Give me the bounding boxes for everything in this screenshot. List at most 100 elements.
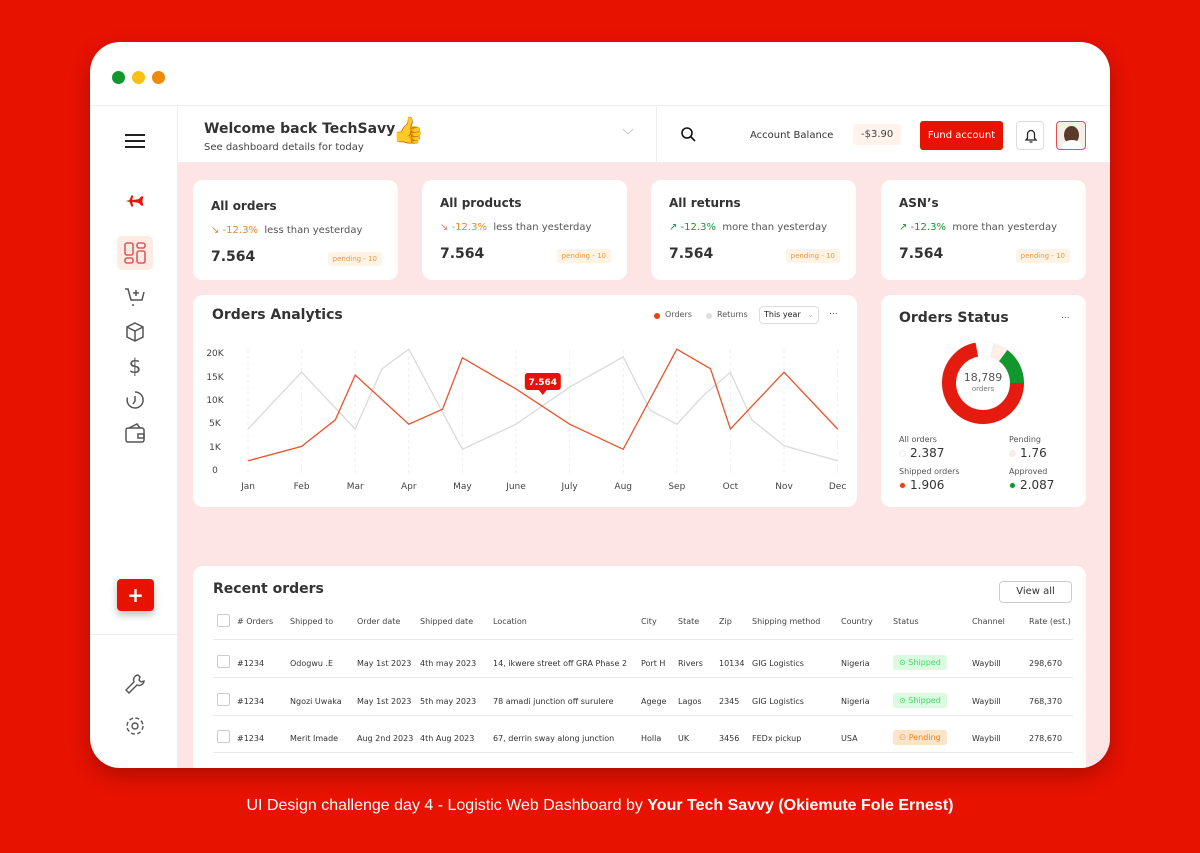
row-divider xyxy=(213,639,1073,640)
box-icon[interactable] xyxy=(124,321,146,343)
status-legend-label: Pending xyxy=(1009,435,1041,444)
data-point-returns[interactable] xyxy=(836,459,840,463)
data-point-orders[interactable] xyxy=(300,444,304,448)
dollar-icon[interactable]: $ xyxy=(124,355,146,377)
y-tick-label: 15K xyxy=(206,373,224,383)
pending-badge: pending - 10 xyxy=(327,252,382,266)
account-balance-label: Account Balance xyxy=(750,130,834,141)
column-header[interactable]: Rate (est.) xyxy=(1029,617,1071,626)
column-header[interactable]: # Orders xyxy=(237,617,273,626)
data-point-returns[interactable] xyxy=(300,370,304,374)
column-header[interactable]: Zip xyxy=(719,617,732,626)
clock-icon[interactable] xyxy=(124,389,146,411)
row-checkbox[interactable] xyxy=(217,730,230,743)
y-tick-label: 0 xyxy=(212,466,218,476)
wallet-icon[interactable] xyxy=(124,422,146,444)
status-badge: ⊙ Shipped xyxy=(893,655,947,670)
status-badge: ⊙ Shipped xyxy=(893,693,947,708)
stat-card[interactable]: All orders ↘ -12.3% less than yesterday … xyxy=(193,180,398,280)
data-point-orders[interactable] xyxy=(675,347,679,351)
notification-button[interactable] xyxy=(1016,121,1044,150)
stat-card[interactable]: All returns ↗ -12.3% more than yesterday… xyxy=(651,180,856,280)
user-avatar[interactable] xyxy=(1056,121,1086,150)
column-header[interactable]: Status xyxy=(893,617,919,626)
search-icon[interactable] xyxy=(680,126,696,142)
row-divider xyxy=(213,752,1073,753)
column-header[interactable]: Country xyxy=(841,617,873,626)
data-point-returns[interactable] xyxy=(621,355,625,359)
column-header[interactable]: Location xyxy=(493,617,527,626)
data-point-orders[interactable] xyxy=(514,387,518,391)
window-minimize-dot[interactable] xyxy=(132,71,145,84)
donut-center-value: 18,789 xyxy=(963,371,1003,384)
window-maximize-dot[interactable] xyxy=(152,71,165,84)
menu-icon[interactable] xyxy=(124,130,146,152)
add-button[interactable]: + xyxy=(117,579,154,611)
data-point-orders[interactable] xyxy=(568,422,572,426)
trend-up-icon: ↗ xyxy=(669,222,678,233)
status-legend-dot xyxy=(899,482,906,489)
wrench-icon[interactable] xyxy=(124,673,146,695)
chart-tooltip: 7.564 xyxy=(524,373,561,395)
data-point-returns[interactable] xyxy=(728,370,732,374)
sidebar-item-dashboard[interactable] xyxy=(117,236,153,270)
table-cell: Agege xyxy=(641,697,667,706)
column-header[interactable]: Order date xyxy=(357,617,400,626)
fund-account-button[interactable]: Fund account xyxy=(920,121,1003,150)
data-point-returns[interactable] xyxy=(407,347,411,351)
data-point-orders[interactable] xyxy=(621,447,625,451)
data-point-returns[interactable] xyxy=(782,444,786,448)
view-all-button[interactable]: View all xyxy=(999,581,1072,603)
row-checkbox[interactable] xyxy=(217,693,230,706)
status-legend-label: All orders xyxy=(899,435,937,444)
column-header[interactable]: Shipped date xyxy=(420,617,473,626)
window-close-dot[interactable] xyxy=(112,71,125,84)
data-point-orders[interactable] xyxy=(728,427,732,431)
data-point-orders[interactable] xyxy=(441,407,445,411)
table-cell: 2345 xyxy=(719,697,740,706)
table-cell: May 1st 2023 xyxy=(357,659,412,668)
column-header[interactable]: Shipping method xyxy=(752,617,820,626)
data-point-returns[interactable] xyxy=(460,447,464,451)
stat-card[interactable]: ASN’s ↗ -12.3% more than yesterday 7.564… xyxy=(881,180,1086,280)
header-divider xyxy=(656,106,657,164)
stat-card[interactable]: All products ↘ -12.3% less than yesterda… xyxy=(422,180,627,280)
data-point-returns[interactable] xyxy=(750,418,754,422)
data-point-returns[interactable] xyxy=(648,408,652,412)
data-point-returns[interactable] xyxy=(514,422,518,426)
column-header[interactable]: Shipped to xyxy=(290,617,333,626)
status-text: Shipped xyxy=(908,696,941,705)
data-point-returns[interactable] xyxy=(568,385,572,389)
status-more-button[interactable]: ... xyxy=(1061,311,1070,321)
table-cell: Holla xyxy=(641,734,662,743)
data-point-returns[interactable] xyxy=(246,427,250,431)
select-all-checkbox[interactable] xyxy=(217,614,230,627)
chevron-down-icon[interactable] xyxy=(622,128,634,136)
data-point-orders[interactable] xyxy=(353,373,357,377)
data-point-returns[interactable] xyxy=(675,422,679,426)
data-point-orders[interactable] xyxy=(782,370,786,374)
donut-center-label: orders xyxy=(971,385,995,393)
x-tick-label: Jan xyxy=(240,482,255,492)
data-point-returns[interactable] xyxy=(353,427,357,431)
data-point-orders[interactable] xyxy=(333,418,337,422)
data-point-returns[interactable] xyxy=(702,393,706,397)
status-legend-value: 1.76 xyxy=(1020,446,1047,460)
data-point-orders[interactable] xyxy=(407,422,411,426)
column-header[interactable]: City xyxy=(641,617,657,626)
data-point-orders[interactable] xyxy=(246,459,250,463)
cart-add-icon[interactable] xyxy=(124,286,146,308)
row-checkbox[interactable] xyxy=(217,655,230,668)
table-cell: Rivers xyxy=(678,659,703,668)
data-point-orders[interactable] xyxy=(709,367,713,371)
table-cell: 67, derrin sway along junction xyxy=(493,734,615,743)
column-header[interactable]: State xyxy=(678,617,699,626)
bell-icon xyxy=(1024,129,1038,143)
status-text: Shipped xyxy=(908,658,941,667)
data-point-returns[interactable] xyxy=(380,367,384,371)
data-point-orders[interactable] xyxy=(836,427,840,431)
gear-icon[interactable] xyxy=(124,715,146,737)
column-header[interactable]: Channel xyxy=(972,617,1005,626)
data-point-orders[interactable] xyxy=(460,356,464,360)
x-tick-label: Aug xyxy=(614,482,632,492)
